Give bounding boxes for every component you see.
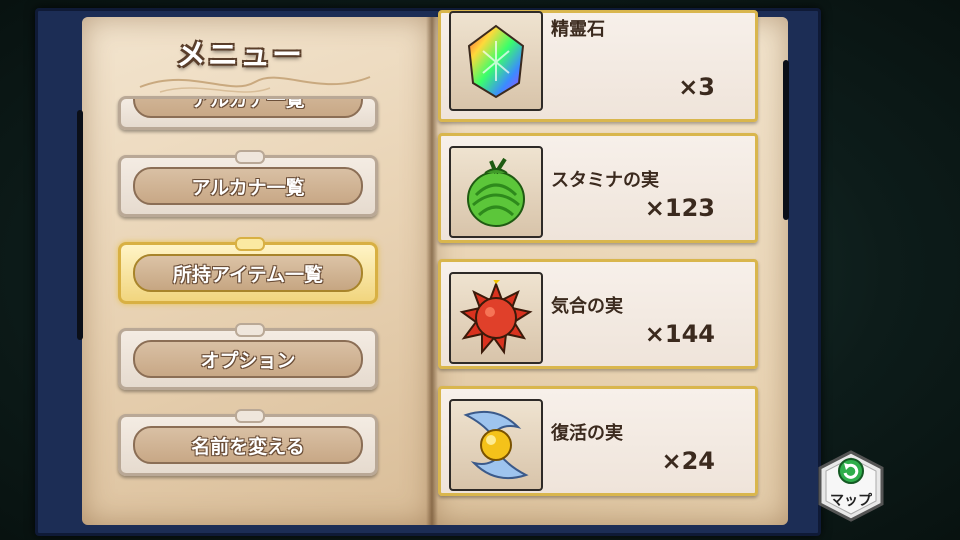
menu-item-arcana-list-partial[interactable]: アルカナ一覧 [118, 96, 378, 130]
map-button[interactable]: マップ [816, 450, 886, 522]
knot-ornament [235, 323, 265, 337]
rainbow-crystal-icon [467, 24, 525, 99]
knot-ornament [235, 150, 265, 164]
item-card-spirit-stone[interactable]: 精霊石 ×3 [438, 10, 758, 122]
item-count: ×24 [661, 447, 715, 475]
menu-item-label: 所持アイテム一覧 [172, 263, 324, 286]
item-icon-frame [449, 399, 543, 491]
knot-ornament [235, 237, 265, 251]
menu-item-options[interactable]: オプション [118, 323, 378, 390]
item-card-stamina-fruit[interactable]: スタミナの実 ×123 [438, 133, 758, 243]
menu-scrollbar[interactable] [77, 110, 83, 340]
menu-item-owned-items[interactable]: 所持アイテム一覧 [118, 237, 378, 304]
map-button-label: マップ [830, 493, 872, 509]
items-scrollbar[interactable] [783, 60, 789, 220]
book-spine [426, 17, 438, 525]
item-name: 復活の実 [551, 423, 623, 444]
refresh-arrow-icon [838, 458, 864, 484]
menu-item-label: 名前を変える [191, 435, 305, 458]
red-spiky-fruit-icon [459, 280, 533, 355]
item-count: ×123 [644, 194, 715, 222]
menu-item-label: アルカナ一覧 [191, 176, 305, 199]
item-card-spirit-fruit[interactable]: 気合の実 ×144 [438, 259, 758, 369]
item-name: 精霊石 [551, 19, 605, 40]
item-count: ×144 [644, 320, 715, 348]
item-icon-frame [449, 11, 543, 111]
item-icon-frame [449, 146, 543, 238]
knot-ornament [235, 409, 265, 423]
green-melon-fruit-icon [467, 157, 525, 227]
item-name: 気合の実 [551, 296, 623, 317]
menu-item-change-name[interactable]: 名前を変える [118, 409, 378, 476]
winged-golden-fruit-icon [463, 411, 529, 479]
item-card-revival-fruit[interactable]: 復活の実 ×24 [438, 386, 758, 496]
menu-item-arcana-list[interactable]: アルカナ一覧 [118, 150, 378, 217]
item-count: ×3 [678, 73, 715, 101]
menu-item-label: オプション [200, 349, 296, 372]
item-icon-frame [449, 272, 543, 364]
item-name: スタミナの実 [551, 170, 659, 191]
